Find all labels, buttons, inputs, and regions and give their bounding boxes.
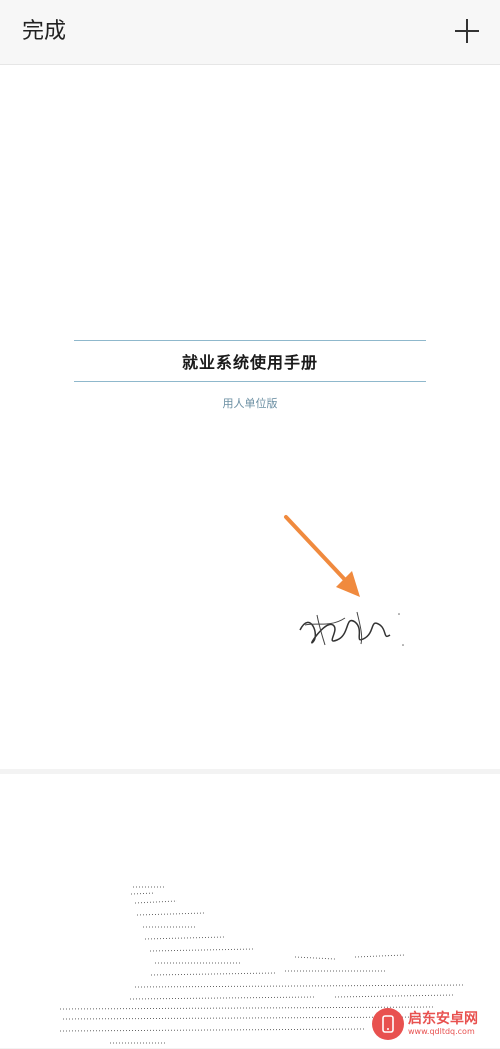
document-subtitle: 用人单位版 — [222, 397, 278, 410]
document-page-2[interactable]: 启东安卓网 www.qdltdq.com — [0, 774, 500, 1048]
phone-icon — [372, 1008, 404, 1040]
watermark-logo: 启东安卓网 www.qdltdq.com — [372, 1004, 496, 1044]
arrow-icon — [284, 515, 360, 597]
watermark-name: 启东安卓网 — [408, 1011, 478, 1027]
plus-icon[interactable] — [450, 14, 484, 48]
document-title: 就业系统使用手册 — [181, 353, 318, 372]
title-frame: 就业系统使用手册 — [74, 340, 426, 382]
signature-drawing[interactable] — [295, 600, 410, 650]
top-bar: 完成 — [0, 0, 500, 65]
watermark-url: www.qdltdq.com — [408, 1027, 475, 1036]
document-page-1[interactable]: 就业系统使用手册 用人单位版 — [0, 65, 500, 769]
done-button[interactable]: 完成 — [22, 16, 66, 48]
